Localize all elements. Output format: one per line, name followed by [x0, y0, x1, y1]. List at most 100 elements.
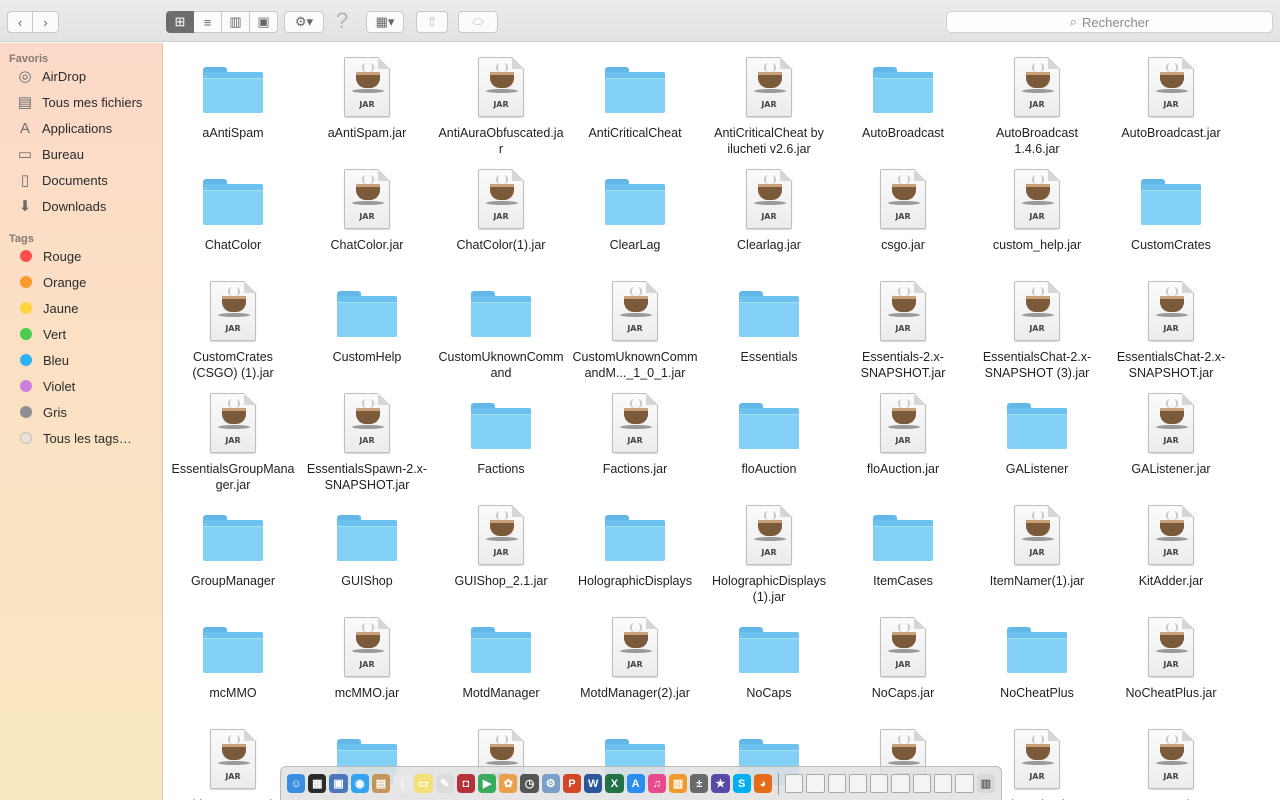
sidebar-tag-item[interactable]: Jaune — [0, 295, 162, 321]
jar-file-item[interactable]: JAR custom_help.jar — [970, 161, 1104, 273]
share-button[interactable]: ⇧ — [416, 11, 448, 33]
icon-view-button[interactable]: ⊞ — [166, 11, 194, 33]
itunes-icon[interactable]: ♫ — [647, 774, 666, 793]
reminders-icon[interactable]: ⋮ — [393, 774, 412, 793]
back-button[interactable]: ‹ — [7, 11, 33, 33]
calculator-icon[interactable]: ± — [690, 774, 709, 793]
facetime-icon[interactable]: ▶ — [477, 774, 497, 793]
jar-file-item[interactable]: JAR GAListener.jar — [1104, 385, 1238, 497]
preview-icon[interactable]: ▣ — [329, 774, 348, 793]
jar-file-item[interactable]: JAR csgo.jar — [836, 161, 970, 273]
messages-icon[interactable]: ◉ — [350, 774, 369, 793]
folder-item[interactable]: MotdManager — [434, 609, 568, 721]
jar-file-item[interactable]: JAR HolographicDisplays (1).jar — [702, 497, 836, 609]
jar-file-item[interactable]: JAR EssentialsSpawn-2.x-SNAPSHOT.jar — [300, 385, 434, 497]
jar-file-item[interactable]: JAR ChatColor.jar — [300, 161, 434, 273]
minimized-window-icon[interactable] — [891, 774, 910, 793]
folder-item[interactable]: HolographicDisplays — [568, 497, 702, 609]
photos-icon[interactable]: ✿ — [499, 774, 518, 793]
jar-file-item[interactable]: JAR MotdManager(2).jar — [568, 609, 702, 721]
sidebar-item-bureau[interactable]: ▭ Bureau — [0, 141, 162, 167]
trash-icon[interactable]: ▥ — [976, 774, 995, 793]
jar-file-item[interactable]: JAR KitAdder.jar — [1104, 497, 1238, 609]
folder-item[interactable]: NoCaps — [702, 609, 836, 721]
firefox-icon[interactable]: ◕ — [753, 774, 773, 793]
folder-item[interactable]: ItemCases — [836, 497, 970, 609]
jar-file-item[interactable]: JAR ChatColor(1).jar — [434, 161, 568, 273]
jar-file-item[interactable]: JAR NoCheatPlus.jar — [1104, 609, 1238, 721]
photo-booth-icon[interactable]: ◘ — [456, 774, 475, 793]
folder-item[interactable]: ClearLag — [568, 161, 702, 273]
sidebar-item-airdrop[interactable]: ◎ AirDrop — [0, 63, 162, 89]
folder-item[interactable]: GUIShop — [300, 497, 434, 609]
textedit-icon[interactable]: ✎ — [435, 774, 454, 793]
folder-item[interactable]: AntiCriticalCheat — [568, 49, 702, 161]
sidebar-tag-item[interactable]: Gris — [0, 399, 162, 425]
folder-item[interactable]: ChatColor — [166, 161, 300, 273]
sidebar-tag-item[interactable]: Rouge — [0, 243, 162, 269]
excel-icon[interactable]: X — [605, 774, 624, 793]
folder-item[interactable]: mcMMO — [166, 609, 300, 721]
minimized-window-icon[interactable] — [806, 774, 825, 793]
notes-icon[interactable]: ▤ — [371, 774, 391, 793]
column-view-button[interactable]: ▥ — [222, 11, 250, 33]
jar-file-item[interactable]: JAR NoCaps.jar — [836, 609, 970, 721]
stickies-icon[interactable]: ▭ — [414, 774, 433, 793]
jar-file-item[interactable]: JAR floAuction.jar — [836, 385, 970, 497]
search-field[interactable]: ⌕ Rechercher — [946, 11, 1273, 33]
jar-file-item[interactable]: JAR aAntiSpam.jar — [300, 49, 434, 161]
folder-item[interactable]: NoCheatPlus — [970, 609, 1104, 721]
minimized-window-icon[interactable] — [955, 774, 974, 793]
network-icon[interactable]: ⚙ — [541, 774, 560, 793]
folder-item[interactable]: GAListener — [970, 385, 1104, 497]
tag-button[interactable]: ⬭ — [458, 11, 498, 33]
finder-icon[interactable]: ☺ — [287, 774, 306, 793]
activity-monitor-icon[interactable]: ◷ — [520, 774, 539, 793]
sidebar-tag-item[interactable]: Bleu — [0, 347, 162, 373]
jar-file-item[interactable]: JARrReport.jar — [1104, 721, 1238, 800]
jar-file-item[interactable]: JAR EssentialsChat-2.x-SNAPSHOT (3).jar — [970, 273, 1104, 385]
powerpoint-icon[interactable]: P — [562, 774, 582, 793]
action-menu-button[interactable]: ⚙▾ — [284, 11, 324, 33]
jar-file-item[interactable]: JAR EssentialsChat-2.x-SNAPSHOT.jar — [1104, 273, 1238, 385]
folder-item[interactable]: CustomHelp — [300, 273, 434, 385]
sidebar-tag-item[interactable]: Tous les tags… — [0, 425, 162, 451]
jar-file-item[interactable]: JAR EssentialsGroupManager.jar — [166, 385, 300, 497]
folder-item[interactable]: Essentials — [702, 273, 836, 385]
imovie-icon[interactable]: ★ — [711, 774, 730, 793]
jar-file-item[interactable]: JAR ItemNamer(1).jar — [970, 497, 1104, 609]
jar-file-item[interactable]: JAR AutoBroadcast 1.4.6.jar — [970, 49, 1104, 161]
jar-file-item[interactable]: JAR Essentials-2.x-SNAPSHOT.jar — [836, 273, 970, 385]
folder-item[interactable]: CustomUknownCommand — [434, 273, 568, 385]
help-icon[interactable]: ? — [336, 8, 348, 34]
arrange-button[interactable]: ▦▾ — [366, 11, 404, 33]
calendar-icon[interactable]: ▦ — [308, 774, 327, 793]
folder-item[interactable]: GroupManager — [166, 497, 300, 609]
sidebar-item-documents[interactable]: ▯ Documents — [0, 167, 162, 193]
app-store-icon[interactable]: A — [626, 774, 645, 793]
jar-file-item[interactable]: JAR AntiAuraObfuscated.jar — [434, 49, 568, 161]
minimized-window-icon[interactable] — [848, 774, 868, 793]
jar-file-item[interactable]: JAR Clearlag.jar — [702, 161, 836, 273]
minimized-window-icon[interactable] — [827, 774, 846, 793]
cover-flow-button[interactable]: ▣ — [250, 11, 278, 33]
folder-item[interactable]: AutoBroadcast — [836, 49, 970, 161]
sidebar-tag-item[interactable]: Orange — [0, 269, 162, 295]
folder-item[interactable]: CustomCrates — [1104, 161, 1238, 273]
word-icon[interactable]: W — [584, 774, 603, 793]
jar-file-item[interactable]: JAR AntiCriticalCheat by ilucheti v2.6.ja… — [702, 49, 836, 161]
sidebar-item-applications[interactable]: A Applications — [0, 115, 162, 141]
skype-icon[interactable]: S — [732, 774, 751, 793]
sidebar-tag-item[interactable]: Vert — [0, 321, 162, 347]
folder-item[interactable]: aAntiSpam — [166, 49, 300, 161]
list-view-button[interactable]: ≡ — [194, 11, 222, 33]
jar-file-item[interactable]: JAR AutoBroadcast.jar — [1104, 49, 1238, 161]
minimized-window-icon[interactable] — [912, 774, 932, 793]
minimized-window-icon[interactable] — [784, 774, 804, 793]
forward-button[interactable]: › — [33, 11, 59, 33]
jar-file-item[interactable]: JAR CustomCrates (CSGO) (1).jar — [166, 273, 300, 385]
jar-file-item[interactable]: JAR GUIShop_2.1.jar — [434, 497, 568, 609]
ibooks-icon[interactable]: ▥ — [668, 774, 688, 793]
sidebar-item-tous-mes-fichiers[interactable]: ▤ Tous mes fichiers — [0, 89, 162, 115]
jar-file-item[interactable]: JAR CustomUknownCommandM..._1_0_1.jar — [568, 273, 702, 385]
